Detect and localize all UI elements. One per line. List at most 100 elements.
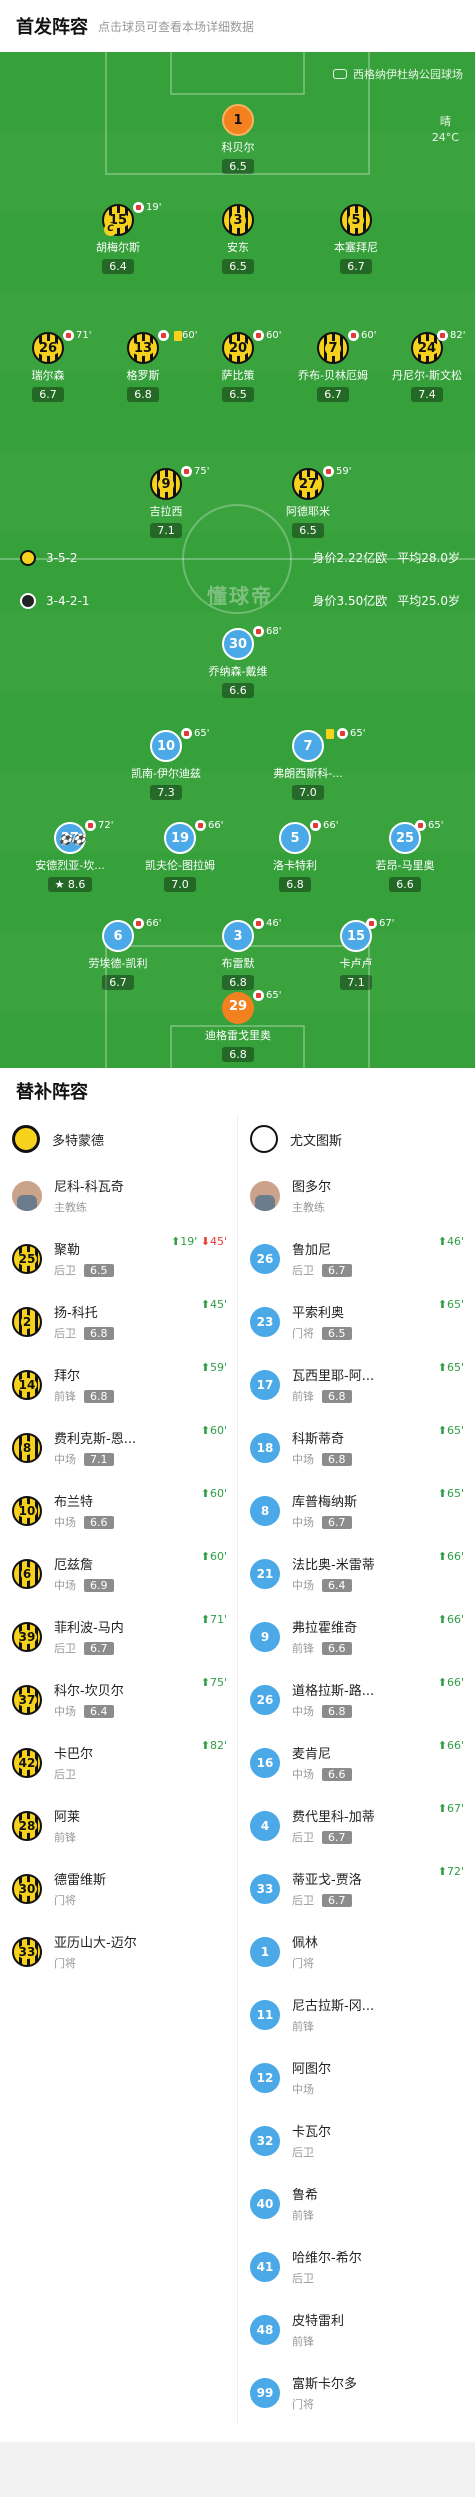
home-sub-player[interactable]: 37 科尔-坎贝尔 中场 6.4 ⬆75' — [0, 1668, 237, 1731]
home-sub-player[interactable]: 10 布兰特 中场 6.6 ⬆60' — [0, 1479, 237, 1542]
home-player[interactable]: 3 安东 6.5 — [193, 204, 283, 274]
player-rating: 7.3 — [150, 785, 182, 800]
sub-out-indicator: 82' — [437, 330, 465, 341]
sub-in-icon: ⬆ — [437, 1235, 447, 1248]
player-rating: 6.6 — [389, 877, 421, 892]
stadium-icon — [333, 69, 347, 79]
home-sub-player[interactable]: 2 扬-科托 后卫 6.8 ⬆45' — [0, 1290, 237, 1353]
away-sub-player[interactable]: 26 鲁加尼 后卫 6.7 ⬆46' — [238, 1227, 474, 1290]
away-player[interactable]: 6 66' 劳埃德-凯利 6.7 — [73, 918, 163, 990]
home-sub-player[interactable]: 28 阿莱 前锋 — [0, 1794, 237, 1857]
sub-in-icon: ⬆ — [437, 1424, 447, 1437]
away-sub-player[interactable]: 33 蒂亚戈-贾洛 后卫 6.7 ⬆72' — [238, 1857, 474, 1920]
away-sub-player[interactable]: 9 弗拉霍维奇 前锋 6.6 ⬆66' — [238, 1605, 474, 1668]
substitution-event: ⬆65' — [438, 1424, 464, 1437]
home-sub-player[interactable]: 6 厄兹詹 中场 6.9 ⬆60' — [0, 1542, 237, 1605]
away-sub-player[interactable]: 32 卡瓦尔 后卫 — [238, 2109, 474, 2172]
away-sub-player[interactable]: 8 库普梅纳斯 中场 6.7 ⬆65' — [238, 1479, 474, 1542]
coach-name: 尼科-科瓦奇 — [54, 1180, 124, 1195]
home-player[interactable]: 27 59' 阿德耶米 6.5 — [263, 466, 353, 538]
substitution-event: ⬆65' — [438, 1298, 464, 1311]
away-sub-player[interactable]: 23 平索利奥 门将 6.5 ⬆65' — [238, 1290, 474, 1353]
home-player[interactable]: 1 科贝尔 6.5 — [193, 104, 283, 174]
away-sub-player[interactable]: 41 哈维尔-希尔 后卫 — [238, 2235, 474, 2298]
player-position: 中场 6.7 — [292, 1514, 357, 1530]
away-sub-player[interactable]: 18 科斯蒂奇 中场 6.8 ⬆65' — [238, 1416, 474, 1479]
home-sub-player[interactable]: 42 卡巴尔 后卫 ⬆82' — [0, 1731, 237, 1794]
player-name: 安德烈亚-坎... — [35, 859, 105, 872]
home-player[interactable]: 7 60' 乔布-贝林厄姆 6.7 — [288, 330, 378, 402]
player-position: 门将 — [292, 2398, 314, 2411]
player-number: 30 — [12, 1873, 42, 1904]
player-name: 蒂亚戈-贾洛 — [292, 1873, 362, 1888]
player-rating: 6.6 — [322, 1768, 352, 1781]
player-rating: 6.8 — [322, 1390, 352, 1403]
away-player[interactable]: 19 66' 凯夫伦-图拉姆 7.0 — [135, 820, 225, 892]
player-position: 门将 — [54, 1957, 76, 1970]
weather-text: 晴 — [439, 115, 451, 128]
away-player[interactable]: 7 65' 弗朗西斯科-... 7.0 — [263, 728, 365, 800]
player-number: 14 — [12, 1369, 42, 1400]
away-sub-player[interactable]: 48 皮特雷利 前锋 — [238, 2298, 474, 2361]
away-sub-player[interactable]: 11 尼古拉斯-冈... 前锋 — [238, 1983, 474, 2046]
substitutes-section: 替补阵容 多特蒙德 尼科-科瓦奇 主教练 25 聚勒 后卫 6.5 ⬆19' ⬇45' 2 扬… — [0, 1068, 475, 2424]
sub-out-icon — [415, 820, 426, 831]
home-player[interactable]: 9 75' 吉拉西 7.1 — [121, 466, 211, 538]
sub-in-icon: ⬆ — [171, 1235, 181, 1248]
juventus-logo-icon — [20, 592, 36, 609]
away-sub-player[interactable]: 16 麦肯尼 中场 6.6 ⬆66' — [238, 1731, 474, 1794]
player-position: 后卫 6.7 — [292, 1262, 352, 1278]
player-name: 菲利波-马内 — [54, 1621, 124, 1636]
away-player[interactable]: 29 65' 迪格雷戈里奥 6.8 — [193, 990, 283, 1062]
home-player[interactable]: 13 60' 格罗斯 6.8 — [98, 330, 197, 402]
away-player[interactable]: 27 ⚽⚽ 72' 安德烈亚-坎... ★ 8.6 — [25, 820, 115, 892]
away-coach[interactable]: 图多尔 主教练 — [238, 1164, 474, 1227]
substitution-event: ⬆66' — [438, 1739, 464, 1752]
away-player[interactable]: 25 65' 若昂-马里奥 6.6 — [360, 820, 450, 892]
substitution-event: ⬆65' — [438, 1361, 464, 1374]
away-sub-player[interactable]: 17 瓦西里耶-阿... 前锋 6.8 ⬆65' — [238, 1353, 474, 1416]
home-sub-player[interactable]: 39 菲利波-马内 后卫 6.7 ⬆71' — [0, 1605, 237, 1668]
home-player[interactable]: 5 本塞拜尼 6.7 — [311, 204, 401, 274]
home-sub-player[interactable]: 25 聚勒 后卫 6.5 ⬆19' ⬇45' — [0, 1227, 237, 1290]
home-sub-player[interactable]: 33 亚历山大-迈尔 门将 — [0, 1920, 237, 1983]
away-sub-player[interactable]: 1 佩林 门将 — [238, 1920, 474, 1983]
substitution-event: ⬆71' — [201, 1613, 227, 1626]
away-sub-player[interactable]: 40 鲁希 前锋 — [238, 2172, 474, 2235]
juventus-logo-icon — [250, 1125, 278, 1153]
home-team-summary: 3-5-2 身价2.22亿欧 平均28.0岁 — [20, 549, 460, 566]
player-number: 13 — [127, 332, 159, 364]
home-sub-player[interactable]: 8 费利克斯-恩... 中场 7.1 ⬆60' — [0, 1416, 237, 1479]
player-rating: 6.6 — [222, 683, 254, 698]
substitution-event: ⬆67' — [438, 1802, 464, 1815]
home-coach[interactable]: 尼科-科瓦奇 主教练 — [0, 1164, 237, 1227]
home-player[interactable]: 15 C 19' 胡梅尔斯 6.4 — [73, 202, 163, 274]
player-position: 前锋 — [292, 2020, 314, 2033]
goal-ball-icon: ⚽⚽ — [58, 833, 86, 846]
dortmund-logo-icon — [12, 1125, 40, 1153]
home-player[interactable]: 20 60' 萨比策 6.5 — [193, 330, 283, 402]
home-team-header: 多特蒙德 — [0, 1114, 237, 1164]
away-player[interactable]: 10 65' 凯南-伊尔迪兹 7.3 — [121, 728, 211, 800]
player-name: 亚历山大-迈尔 — [54, 1936, 137, 1951]
player-number: 21 — [250, 1558, 280, 1589]
player-rating: 6.5 — [84, 1264, 114, 1277]
home-player[interactable]: 26 71' 瑞尔森 6.7 — [3, 330, 93, 402]
player-rating: 7.0 — [292, 785, 324, 800]
away-sub-player[interactable]: 21 法比奥-米雷蒂 中场 6.4 ⬆66' — [238, 1542, 474, 1605]
away-player[interactable]: 5 66' 洛卡特利 6.8 — [250, 820, 340, 892]
home-sub-player[interactable]: 30 德雷维斯 门将 — [0, 1857, 237, 1920]
away-sub-player[interactable]: 4 费代里科-加蒂 后卫 6.7 ⬆67' — [238, 1794, 474, 1857]
away-player[interactable]: 30 68' 乔纳森-戴维 6.6 — [193, 626, 283, 698]
home-player[interactable]: 24 82' 丹尼尔-斯文松 7.4 — [382, 330, 472, 402]
sub-out-icon — [63, 330, 74, 341]
home-sub-player[interactable]: 14 拜尔 前锋 6.8 ⬆59' — [0, 1353, 237, 1416]
away-player[interactable]: 3 46' 布雷默 6.8 — [193, 918, 283, 990]
coach-avatar — [12, 1180, 42, 1211]
player-rating: 6.7 — [322, 1894, 352, 1907]
player-name: 法比奥-米雷蒂 — [292, 1558, 375, 1573]
away-sub-player[interactable]: 26 道格拉斯-路... 中场 6.8 ⬆66' — [238, 1668, 474, 1731]
away-player[interactable]: 15 67' 卡卢卢 7.1 — [311, 918, 401, 990]
away-sub-player[interactable]: 12 阿图尔 中场 — [238, 2046, 474, 2109]
away-sub-player[interactable]: 99 富斯卡尔多 门将 — [238, 2361, 474, 2424]
